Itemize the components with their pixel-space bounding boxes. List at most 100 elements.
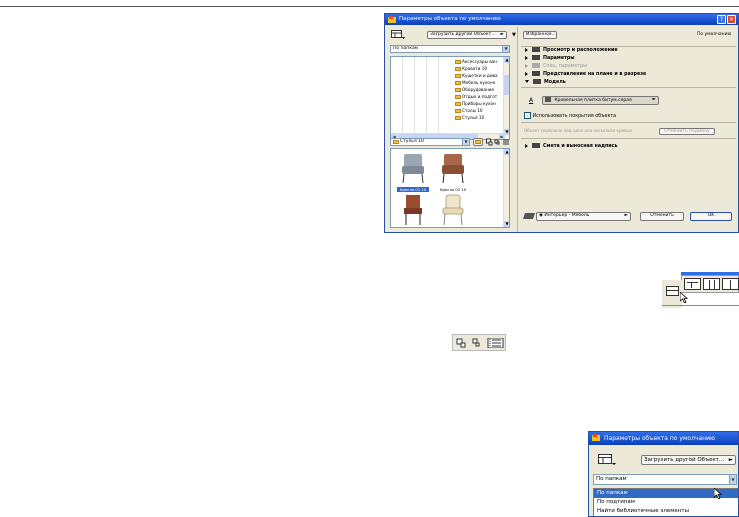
- tree-item[interactable]: Кушетки и дива: [455, 73, 498, 79]
- dropdown-option[interactable]: По подтипам: [594, 498, 738, 507]
- tree-indent-guides: [391, 57, 449, 135]
- checkbox-checked-icon[interactable]: ✓: [524, 112, 531, 119]
- folder-select-value: Стулья 10: [400, 139, 424, 144]
- favorites-button[interactable]: Избранное...: [523, 31, 557, 39]
- load-other-label: Загрузить другой Объект...: [430, 32, 496, 37]
- help-button[interactable]: ?: [717, 15, 726, 24]
- view-mode-select[interactable]: По папкам ▼: [390, 45, 510, 53]
- chevron-right-icon: ►: [624, 213, 628, 218]
- section-parameters[interactable]: Параметры: [523, 55, 575, 62]
- expand-arrow-icon: [525, 47, 528, 52]
- override-note: Объект подержан под одно или несколько к…: [524, 128, 632, 133]
- folder-icon: [455, 67, 461, 71]
- thumbnail-item[interactable]: Кресло 02 10: [437, 152, 469, 192]
- mouse-cursor-icon: [680, 292, 688, 303]
- tree-item[interactable]: Оборудование: [455, 87, 494, 93]
- split-view-icon[interactable]: [703, 278, 720, 290]
- expand-arrow-icon: [525, 55, 528, 60]
- view-mode-icon[interactable]: [666, 286, 679, 296]
- layer-icon: [523, 213, 535, 219]
- view-mode-value: По папкам: [393, 46, 419, 51]
- layer-select[interactable]: ◉ Интерьер - Мебель ►: [536, 212, 631, 221]
- cancel-button[interactable]: Отменить: [640, 212, 684, 221]
- preview-vertical-scrollbar[interactable]: ▲ ▼: [503, 149, 509, 227]
- expand-arrow-icon: [525, 143, 528, 148]
- thumbnail-item[interactable]: Кресло 01 10: [397, 152, 429, 192]
- folder-select[interactable]: Стулья 10 ▼: [390, 138, 470, 146]
- app-icon: [592, 434, 600, 441]
- use-surface-row[interactable]: ✓ Использовать покрытия объекта: [524, 112, 616, 119]
- tree-item[interactable]: Кровати 10: [455, 66, 487, 72]
- folder-icon: [455, 109, 461, 113]
- scroll-up-icon[interactable]: ▲: [504, 57, 509, 63]
- library-tree[interactable]: Аксессуары ван Кровати 10 Кушетки и дива…: [390, 56, 510, 140]
- tree-vertical-scrollbar[interactable]: ▲ ▼: [503, 57, 509, 135]
- material-swatch-icon: [545, 97, 551, 102]
- cancel-override-button[interactable]: Отменить подмену: [659, 128, 715, 135]
- estimate-icon: [532, 143, 540, 148]
- object-settings-dialog: Параметры объекта по умолчанию ? ✕ Загру…: [384, 13, 739, 233]
- section-estimate-label[interactable]: Смета и выносная надпись: [523, 143, 618, 150]
- preview-size-icons[interactable]: [456, 338, 504, 348]
- dialog-title: Параметры объекта по умолчанию: [399, 16, 501, 22]
- section-view-placement[interactable]: Просмотр и расположение: [523, 47, 618, 54]
- open-folder-button[interactable]: [473, 138, 483, 146]
- armchair-grey-image: [402, 154, 424, 184]
- tree-view-icon[interactable]: [722, 278, 739, 290]
- dialog-titlebar[interactable]: Параметры объекта по умолчанию ? ✕: [385, 14, 738, 25]
- chevron-right-icon: ►: [500, 32, 504, 37]
- chevron-right-icon: ►: [652, 97, 656, 102]
- chair-light-image: [442, 194, 464, 226]
- tree-item[interactable]: Столы 10: [455, 108, 483, 114]
- app-icon: [388, 15, 396, 23]
- use-surface-label: Использовать покрытия объекта: [532, 114, 617, 119]
- tree-item[interactable]: Мебель кухонн: [455, 80, 495, 86]
- dropdown-option[interactable]: Найти библиотечные элементы: [594, 507, 738, 516]
- tree-item[interactable]: Стулья 10: [455, 115, 484, 121]
- top-rule: [0, 6, 739, 7]
- list-view-icon[interactable]: [684, 278, 701, 290]
- ok-button[interactable]: OK: [690, 212, 732, 221]
- view-mode-icon[interactable]: [391, 30, 405, 39]
- thumbnail-caption: Кресло 02 10: [439, 187, 467, 192]
- section-plan-section[interactable]: Представление на плане и в разрезе: [523, 71, 646, 78]
- scroll-down-icon[interactable]: ▼: [504, 221, 509, 227]
- folder-icon: [455, 95, 461, 99]
- scroll-thumb[interactable]: [504, 75, 509, 95]
- view-mode-toolbar-crop: [662, 272, 739, 308]
- layer-name: Интерьер - Мебель: [544, 213, 590, 218]
- folder-icon: [455, 74, 461, 78]
- object-preview-grid[interactable]: Кресло 01 10 Кресло 02 10 ▲ ▼: [390, 148, 510, 228]
- scroll-up-icon[interactable]: ▲: [504, 149, 509, 155]
- small-dialog-title: Параметры объекта по умолчанию: [604, 435, 716, 442]
- small-dialog-titlebar[interactable]: Параметры объекта по умолчанию: [589, 432, 738, 445]
- tree-item[interactable]: Приборы кухон: [455, 101, 496, 107]
- material-name: Кровельная плитка битум.серая: [554, 98, 632, 103]
- tree-item[interactable]: Отдых и подгот: [455, 94, 497, 100]
- chevron-down-icon: ▼: [729, 475, 736, 484]
- section-special-parameters[interactable]: Спец. параметры: [523, 63, 587, 70]
- collapse-pane-icon[interactable]: ▼: [512, 32, 516, 38]
- view-mode-combo[interactable]: По папкам ▼: [593, 474, 737, 485]
- chevron-down-icon: ▼: [462, 139, 469, 145]
- view-placement-icon: [532, 47, 540, 52]
- folder-icon: [455, 88, 461, 92]
- tree-item[interactable]: Аксессуары ван: [455, 59, 497, 65]
- default-label: По умолчанию: [697, 32, 732, 37]
- preview-size-toolbar-crop: [452, 334, 506, 351]
- thumbnail-item[interactable]: [437, 193, 469, 227]
- thumbnail-item[interactable]: [397, 193, 429, 227]
- pane-divider[interactable]: [517, 27, 518, 232]
- small-settings-dialog: Параметры объекта по умолчанию Загрузить…: [588, 431, 739, 517]
- close-button[interactable]: ✕: [727, 15, 736, 24]
- view-mode-icon[interactable]: [598, 454, 616, 465]
- load-other-object-button[interactable]: Загрузить другой Объект... ►: [427, 31, 507, 39]
- mouse-cursor-icon: [714, 488, 722, 499]
- preview-size-icons[interactable]: [486, 138, 510, 146]
- section-model[interactable]: Модель: [523, 79, 566, 86]
- eye-icon: ◉: [539, 213, 543, 218]
- special-parameters-icon: [532, 63, 540, 68]
- material-picker[interactable]: Кровельная плитка битум.серая ►: [542, 96, 659, 105]
- chevron-right-icon: ►: [728, 457, 733, 463]
- load-other-object-button[interactable]: Загрузить другой Объект... ►: [641, 455, 736, 465]
